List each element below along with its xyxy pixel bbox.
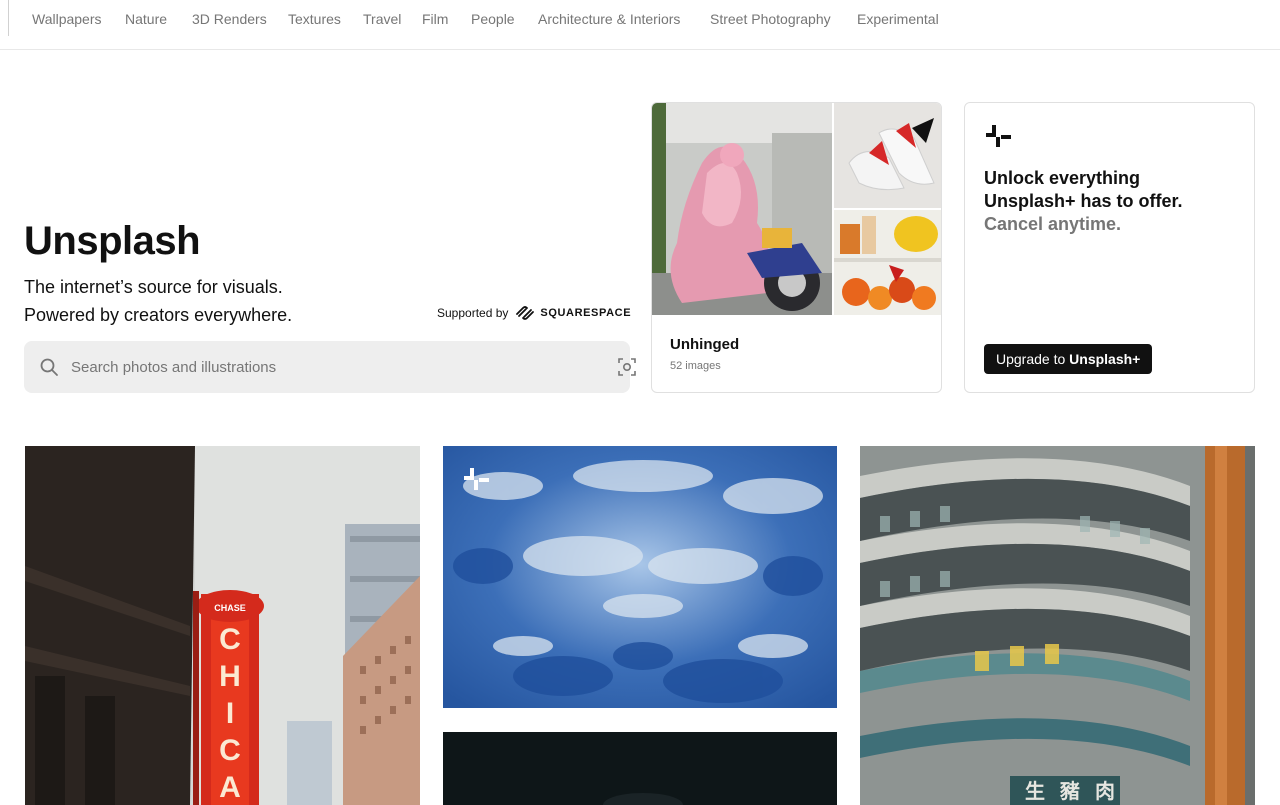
unsplash-plus-card: Unlock everything Unsplash+ has to offer…	[964, 102, 1255, 393]
hero-subtitle-line-2: Powered by creators everywhere.	[24, 305, 293, 325]
plus-subline: Cancel anytime.	[984, 214, 1122, 234]
topic-experimental[interactable]: Experimental	[857, 10, 939, 28]
svg-text:I: I	[226, 697, 234, 730]
nav-divider	[8, 0, 9, 36]
photo-blue-texture[interactable]	[443, 446, 837, 708]
collection-title[interactable]: Unhinged	[670, 336, 739, 353]
hero-subtitle: The internet’s source for visuals. Power…	[24, 273, 292, 329]
collection-count: 52 images	[670, 360, 721, 372]
collection-card[interactable]: Unhinged 52 images	[651, 102, 942, 393]
topic-wallpapers[interactable]: Wallpapers	[32, 10, 102, 28]
svg-text:生: 生	[1025, 779, 1045, 803]
upgrade-button-prefix: Upgrade to	[996, 351, 1070, 367]
topic-architecture-interiors[interactable]: Architecture & Interiors	[538, 10, 680, 28]
upgrade-button[interactable]: Upgrade to Unsplash+	[984, 344, 1153, 374]
plus-headline: Unlock everything Unsplash+ has to offer…	[984, 168, 1183, 211]
collection-thumbnail-shoes	[834, 103, 941, 208]
unsplash-plus-logo-icon	[986, 125, 1011, 147]
svg-text:H: H	[219, 660, 241, 693]
plus-headline-block: Unlock everything Unsplash+ has to offer…	[984, 167, 1184, 236]
hero-subtitle-line-1: The internet’s source for visuals.	[24, 277, 283, 297]
hero-title: Unsplash	[24, 219, 201, 263]
photo-chicago-street[interactable]: CHASE C H I C A	[25, 446, 420, 805]
topic-film[interactable]: Film	[422, 10, 448, 28]
svg-text:肉: 肉	[1095, 779, 1115, 803]
search-bar	[24, 341, 636, 393]
search-icon[interactable]	[39, 357, 59, 377]
photo-hong-kong-building[interactable]: 生 豬 肉	[860, 446, 1255, 805]
topic-nature[interactable]: Nature	[125, 10, 167, 28]
sponsor-name: SQUARESPACE	[540, 307, 632, 319]
topic-people[interactable]: People	[471, 10, 515, 28]
topic-nav: Wallpapers Nature 3D Renders Textures Tr…	[0, 0, 1280, 50]
svg-text:豬: 豬	[1059, 779, 1080, 803]
sponsor-badge[interactable]: Supported by SQUARESPACE	[437, 305, 631, 321]
topic-textures[interactable]: Textures	[288, 10, 341, 28]
svg-text:A: A	[219, 771, 241, 804]
squarespace-logo-icon	[516, 306, 535, 320]
visual-search-icon[interactable]	[617, 357, 637, 377]
search-input[interactable]	[71, 341, 581, 393]
collection-thumbnail-fridge	[834, 210, 941, 315]
photo-dark-scene[interactable]	[443, 732, 837, 805]
topic-travel[interactable]: Travel	[363, 10, 401, 28]
svg-text:C: C	[219, 734, 241, 767]
svg-text:C: C	[219, 623, 241, 656]
svg-text:CHASE: CHASE	[214, 603, 246, 613]
upgrade-button-brand: Unsplash+	[1069, 351, 1141, 367]
topic-street-photography[interactable]: Street Photography	[710, 10, 831, 28]
collection-thumbnail-main	[652, 103, 832, 315]
supported-by-label: Supported by	[437, 306, 509, 320]
topic-3d-renders[interactable]: 3D Renders	[192, 10, 267, 28]
